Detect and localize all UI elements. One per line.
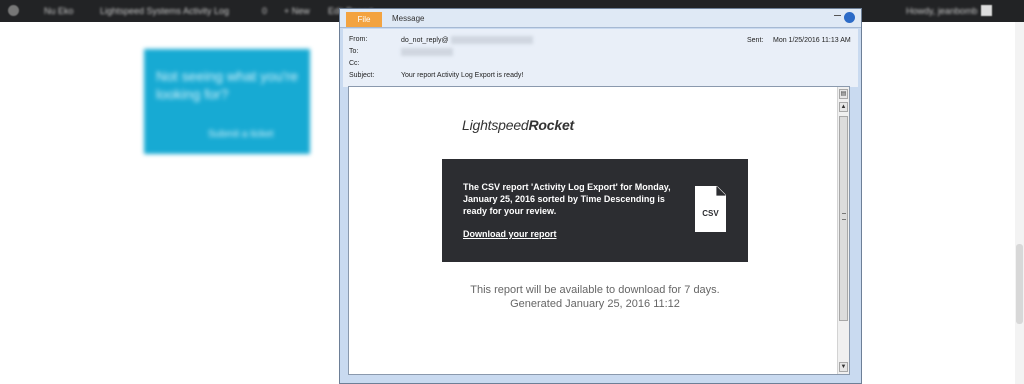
availability-text: This report will be available to downloa… (470, 284, 720, 296)
report-notice-box: The CSV report 'Activity Log Export' for… (442, 159, 748, 262)
submit-ticket-link[interactable]: Submit a ticket (208, 129, 274, 140)
page-scroll-thumb[interactable] (1016, 244, 1023, 324)
help-icon[interactable] (844, 12, 855, 23)
page-scrollbar[interactable] (1015, 22, 1024, 384)
to-value[interactable] (401, 48, 453, 56)
from-value[interactable]: do_not_reply@ (401, 36, 533, 44)
report-message: The CSV report 'Activity Log Export' for… (463, 182, 671, 216)
ribbon: File Message (340, 9, 861, 28)
scroll-down-arrow-icon[interactable]: ▼ (839, 362, 848, 372)
tab-message[interactable]: Message (392, 14, 424, 23)
help-card: Not seeing what you're looking for? Subm… (144, 49, 310, 154)
redacted-text (401, 48, 453, 56)
csv-label: CSV (702, 209, 719, 218)
body-scrollbar[interactable]: ▤ ▲ ▼ (837, 87, 849, 374)
logo-text-bold: Rocket (528, 117, 575, 133)
topbar-comments[interactable]: 0 (262, 6, 267, 16)
grip-icon (842, 213, 846, 220)
subject-label: Subject: (349, 72, 375, 79)
sent-label: Sent: (747, 37, 764, 44)
scroll-thumb[interactable] (839, 116, 848, 321)
csv-file-icon: CSV (695, 186, 726, 232)
tab-file[interactable]: File (346, 12, 382, 27)
message-header: From: do_not_reply@ To: Cc: Subject: You… (343, 29, 858, 87)
topbar-user-greeting[interactable]: Howdy, jeanbomb (906, 6, 977, 16)
availability-note: This report will be available to downloa… (349, 283, 841, 311)
help-card-question: Not seeing what you're looking for? (156, 68, 298, 102)
topbar-site-link[interactable]: Nu Eko (44, 6, 74, 16)
subject-value: Your report Activity Log Export is ready… (401, 72, 524, 79)
topbar-new-button[interactable]: + New (284, 6, 310, 16)
lightspeed-rocket-logo: LightspeedRocket (462, 117, 574, 133)
to-label: To: (349, 48, 359, 55)
avatar[interactable] (981, 5, 992, 16)
generated-text: Generated January 25, 2016 11:12 (510, 298, 680, 310)
minimize-ribbon-icon[interactable] (834, 15, 841, 21)
message-body: LightspeedRocket The CSV report 'Activit… (348, 86, 850, 375)
email-window: File Message From: do_not_reply@ To: Cc:… (339, 8, 862, 384)
sender-address: do_not_reply@ (401, 36, 449, 44)
sent-value: Mon 1/25/2016 11:13 AM (773, 37, 851, 44)
scroll-up-arrow-icon[interactable]: ▲ (839, 102, 848, 112)
topbar-page-link[interactable]: Lightspeed Systems Activity Log (100, 6, 229, 16)
cc-label: Cc: (349, 60, 360, 67)
scroll-top-icon[interactable]: ▤ (839, 89, 848, 99)
redacted-text (450, 36, 533, 44)
logo-text-light: Lightspeed (462, 117, 529, 133)
from-label: From: (349, 36, 368, 43)
download-report-link[interactable]: Download your report (463, 229, 557, 239)
wordpress-icon[interactable] (8, 5, 19, 16)
